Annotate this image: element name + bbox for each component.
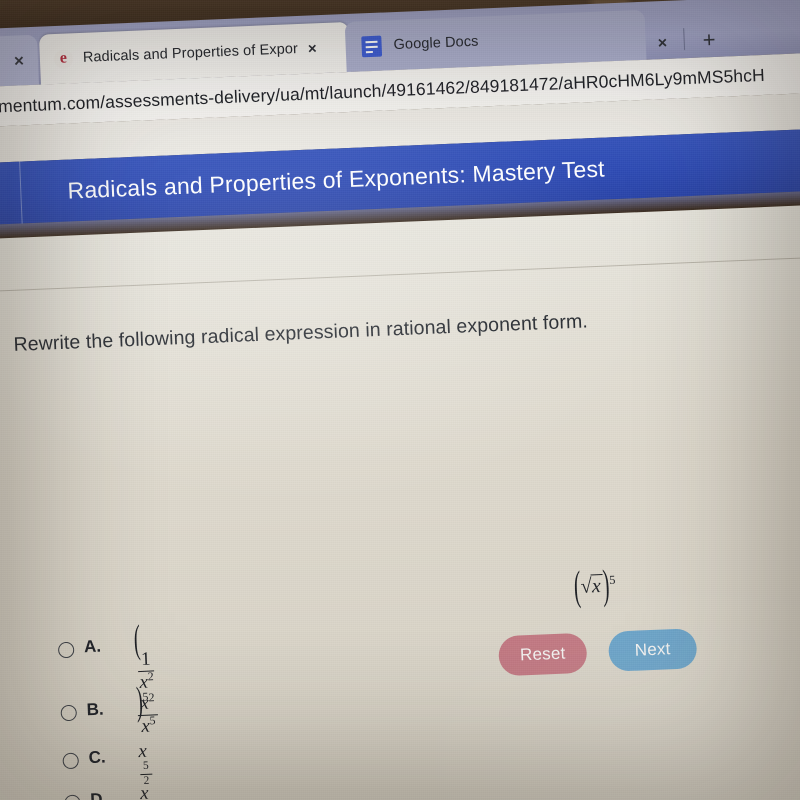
base: x [139, 782, 149, 800]
laptop-screen-photo: × e Radicals and Properties of Expor × G… [0, 0, 800, 800]
browser-tab-partial[interactable]: × [0, 34, 39, 90]
tab-close-icon[interactable]: × [308, 40, 317, 57]
option-letter: D. [89, 789, 108, 800]
new-tab-icon[interactable]: + [702, 27, 716, 53]
tab-strip-divider [683, 28, 686, 51]
option-b[interactable]: B. x2 x5 [60, 691, 160, 739]
fraction-denominator: x5 [138, 713, 159, 737]
fraction: x2 x5 [137, 691, 159, 737]
option-b-expression: x2 x5 [136, 691, 160, 737]
paren-open: ( [132, 618, 142, 663]
option-c-expression: x 5 2 [138, 741, 154, 788]
question-divider [0, 254, 800, 292]
fraction-numerator: x2 [137, 691, 159, 716]
reset-button[interactable]: Reset [497, 632, 588, 677]
expression-exponent: 5 [608, 572, 616, 588]
question-content: 2 Rewrite the following radical expressi… [0, 202, 800, 800]
next-button[interactable]: Next [607, 628, 698, 672]
radio-button-c[interactable] [62, 752, 80, 770]
question-prompt: Rewrite the following radical expression… [13, 310, 589, 356]
option-letter: A. [83, 636, 102, 657]
tab-title: Google Docs [393, 33, 479, 54]
browser-window: × e Radicals and Properties of Expor × G… [0, 0, 800, 800]
question-expression: (√x)5 [573, 563, 617, 611]
radio-button-b[interactable] [60, 704, 78, 722]
edmentum-favicon: e [53, 48, 74, 69]
option-d[interactable]: D. x 2 5 [64, 782, 156, 800]
assessment-title: Radicals and Properties of Exponents: Ma… [67, 155, 606, 204]
exponent-numerator: 5 [139, 760, 153, 775]
expression-paren-close: ) [601, 562, 611, 610]
header-divider [19, 161, 23, 224]
radicand: x [590, 573, 604, 598]
denominator-exponent: 2 [147, 669, 154, 684]
radio-button-a[interactable] [57, 641, 75, 659]
tab-title: Radicals and Properties of Expor [82, 41, 299, 66]
denominator-exponent: 5 [149, 713, 156, 728]
option-letter: B. [86, 699, 105, 720]
expression-paren-open: ( [573, 563, 582, 611]
numerator-exponent: 2 [148, 691, 155, 705]
option-letter: C. [88, 747, 106, 768]
google-docs-favicon [361, 35, 383, 57]
option-d-expression: x 2 5 [139, 782, 156, 800]
window-close-icon[interactable]: × [657, 35, 667, 53]
radio-button-d[interactable] [64, 794, 81, 800]
tab-close-icon[interactable]: × [14, 51, 25, 70]
